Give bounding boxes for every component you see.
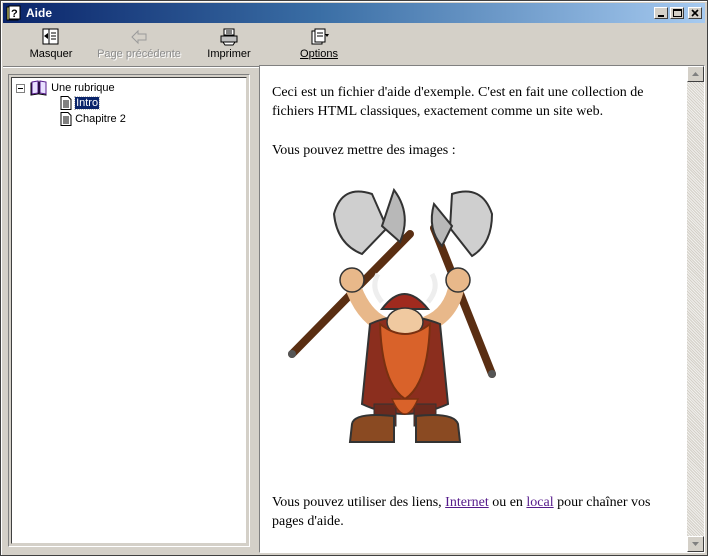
- svg-text:?: ?: [11, 8, 18, 20]
- contents-pane: Une rubrique Intro Chapitre 2: [8, 74, 250, 547]
- link-internet[interactable]: Internet: [445, 495, 489, 510]
- paragraph-images: Vous pouvez mettre des images :: [272, 143, 456, 158]
- options-button[interactable]: Options: [293, 26, 345, 64]
- viking-illustration: [288, 187, 496, 443]
- print-button[interactable]: Imprimer: [203, 26, 255, 64]
- vertical-scrollbar[interactable]: [687, 66, 704, 552]
- scroll-down-button[interactable]: [687, 536, 704, 552]
- window-title: Aide: [26, 6, 53, 20]
- close-button[interactable]: [688, 7, 702, 19]
- link-local[interactable]: local: [526, 495, 553, 510]
- maximize-button[interactable]: [670, 7, 684, 19]
- tree-item-intro[interactable]: Intro: [60, 96, 101, 112]
- back-label: Page précédente: [97, 48, 181, 60]
- links-text-before: Vous pouvez utiliser des liens,: [272, 495, 446, 510]
- close-icon: [691, 9, 699, 17]
- collapse-toggle[interactable]: [16, 84, 25, 93]
- topic-content: Ceci est un fichier d'aide d'exemple. C'…: [260, 66, 686, 552]
- title-bar[interactable]: ? Aide: [3, 3, 705, 23]
- options-label: Options: [300, 48, 338, 60]
- paragraph-links: Vous pouvez utiliser des liens, Internet…: [272, 493, 682, 531]
- minimize-icon: [658, 15, 664, 17]
- book-open-icon: [30, 80, 47, 96]
- help-book-icon: ?: [6, 5, 21, 21]
- help-window: ? Aide Masquer Page précédente Imprimer …: [0, 0, 708, 556]
- minimize-button[interactable]: [654, 7, 668, 19]
- tree-label-intro: Intro: [74, 96, 101, 110]
- tree-item-chapitre-2[interactable]: Chapitre 2: [60, 112, 126, 128]
- tree-label-root: Une rubrique: [51, 82, 115, 94]
- printer-icon: [220, 28, 238, 46]
- hide-label: Masquer: [29, 48, 73, 60]
- back-button[interactable]: Page précédente: [93, 26, 185, 64]
- contents-tree[interactable]: Une rubrique Intro Chapitre 2: [11, 77, 247, 544]
- print-label: Imprimer: [207, 48, 251, 60]
- scroll-up-button[interactable]: [687, 66, 704, 82]
- page-icon: [60, 112, 72, 126]
- scroll-up-arrow-icon: [692, 72, 699, 76]
- pane-splitter[interactable]: [251, 66, 259, 555]
- topic-pane: Ceci est un fichier d'aide d'exemple. C'…: [259, 65, 705, 553]
- page-icon: [60, 96, 72, 110]
- scroll-down-arrow-icon: [692, 542, 699, 546]
- maximize-icon: [673, 9, 682, 17]
- back-arrow-icon: [131, 29, 147, 45]
- links-text-mid: ou en: [488, 495, 527, 510]
- paragraph-intro: Ceci est un fichier d'aide d'exemple. C'…: [272, 85, 644, 119]
- options-icon: [311, 28, 329, 45]
- hide-button[interactable]: Masquer: [25, 26, 77, 64]
- hide-icon: [42, 28, 59, 45]
- tree-node-root[interactable]: Une rubrique: [30, 80, 115, 96]
- tree-label-chapitre-2: Chapitre 2: [75, 113, 126, 125]
- toolbar: Masquer Page précédente Imprimer Options: [3, 24, 705, 66]
